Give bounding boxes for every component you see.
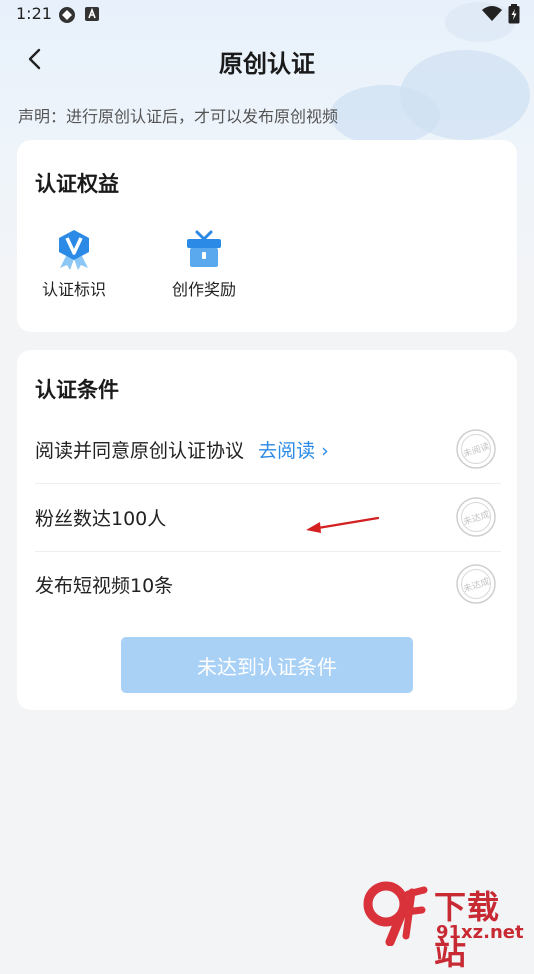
nav-bar: 原创认证 [0,36,534,82]
page-title: 原创认证 [219,50,315,78]
site-watermark: 下载站 91xz.net [360,880,530,972]
stamp-text: 未达成 [462,575,491,595]
app-notification-icon [59,7,75,23]
read-agreement-link[interactable]: 去阅读 › [258,440,329,462]
condition-read-agreement: 阅读并同意原创认证协议 去阅读 › 未阅读 [35,416,501,484]
annotation-arrow-icon [306,516,380,533]
watermark-site: 91xz.net [436,922,524,943]
stamp-text: 未阅读 [462,440,491,460]
status-bar: 1:21 [0,0,534,28]
battery-icon [508,4,520,24]
condition-text: 阅读并同意原创认证协议 [35,440,245,462]
site-logo-icon [363,881,428,946]
condition-videos: 发布短视频10条 未达成 [35,551,501,618]
originality-notice: 声明：进行原创认证后，才可以发布原创视频 [18,107,339,126]
wifi-icon [482,6,502,21]
condition-text: 发布短视频10条 [35,575,174,597]
conditions-card: 认证条件 阅读并同意原创认证协议 去阅读 › 未阅读 粉丝数达100人 未达成 … [17,350,517,710]
benefit-verified-badge[interactable]: 认证标识 [19,228,129,300]
keyboard-notification-icon [85,7,99,21]
status-time: 1:21 [16,4,52,23]
verified-badge-icon [59,230,89,270]
submit-certification-button[interactable]: 未达到认证条件 [121,637,413,693]
condition-followers: 粉丝数达100人 未达成 [35,484,501,552]
gift-box-icon [187,230,221,267]
benefit-creation-reward[interactable]: 创作奖励 [149,228,259,300]
conditions-title: 认证条件 [35,378,119,402]
benefits-title: 认证权益 [35,172,119,196]
stamp-text: 未达成 [462,508,491,528]
benefits-card: 认证权益 认证标识 创作奖励 [17,140,517,332]
not-read-stamp-icon: 未阅读 [456,429,496,469]
benefit-label: 创作奖励 [171,280,236,299]
not-achieved-stamp-icon: 未达成 [456,497,496,537]
condition-text: 粉丝数达100人 [35,508,167,530]
not-achieved-stamp-icon: 未达成 [456,564,496,604]
benefit-label: 认证标识 [41,280,106,299]
